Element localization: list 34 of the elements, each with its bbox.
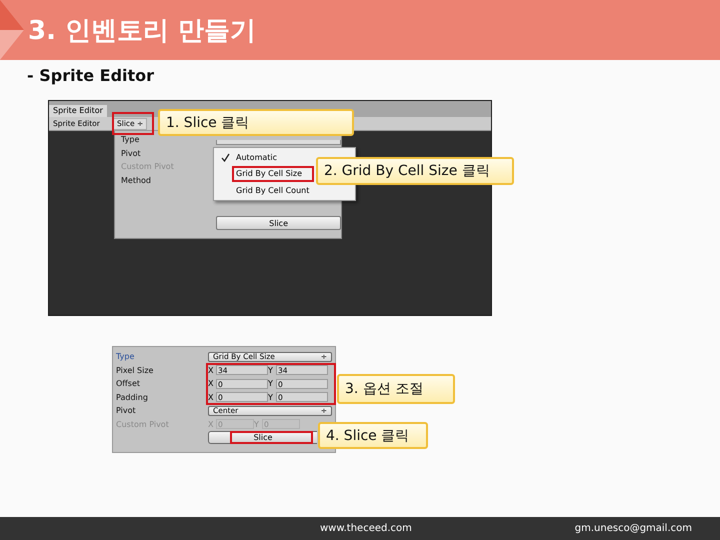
axis-label: Y xyxy=(268,366,274,375)
axis-label: Y xyxy=(254,420,260,429)
field-label: Type xyxy=(121,134,140,146)
axis-label: X xyxy=(208,379,214,388)
slide-subtitle: - Sprite Editor xyxy=(27,66,156,87)
axis-label: X xyxy=(208,420,214,429)
axis-label: X xyxy=(208,392,214,402)
window-tab[interactable]: Sprite Editor xyxy=(49,105,107,117)
field-label: Custom Pivot xyxy=(121,161,175,173)
type-dropdown[interactable] xyxy=(216,140,341,145)
field-label: Pivot xyxy=(116,406,137,416)
highlight-frame xyxy=(112,112,154,135)
field-label: Method xyxy=(121,174,152,186)
slice-button[interactable]: Slice xyxy=(216,216,341,230)
callout-tooltip: 3. 옵션 조절 xyxy=(337,374,455,404)
field-label: Custom Pivot xyxy=(116,420,170,429)
menu-item[interactable]: Grid By Cell Count xyxy=(214,182,355,198)
email-text: gm.unesco@gmail.com xyxy=(574,523,692,534)
checkmark-icon xyxy=(220,152,230,162)
axis-label: Y xyxy=(268,379,274,388)
slide-title: 3. 인벤토리 만들기 xyxy=(28,14,256,48)
callout-tooltip: 2. Grid By Cell Size 클릭 xyxy=(316,157,514,185)
callout-tooltip: 4. Slice 클릭 xyxy=(318,422,428,449)
slice-button[interactable]: Slice xyxy=(208,431,317,444)
triangle-decoration-icon xyxy=(0,0,24,60)
field-label: Pixel Size xyxy=(116,366,154,375)
field-label: Offset xyxy=(116,379,142,388)
axis-label: X xyxy=(208,366,214,375)
axis-label: Y xyxy=(268,392,274,402)
field-label: Padding xyxy=(116,392,149,402)
field-label: Pivot xyxy=(121,148,142,160)
callout-tooltip: 1. Slice 클릭 xyxy=(158,109,354,136)
field-label: Type xyxy=(116,352,136,362)
website-text: www.theceed.com xyxy=(320,523,412,534)
